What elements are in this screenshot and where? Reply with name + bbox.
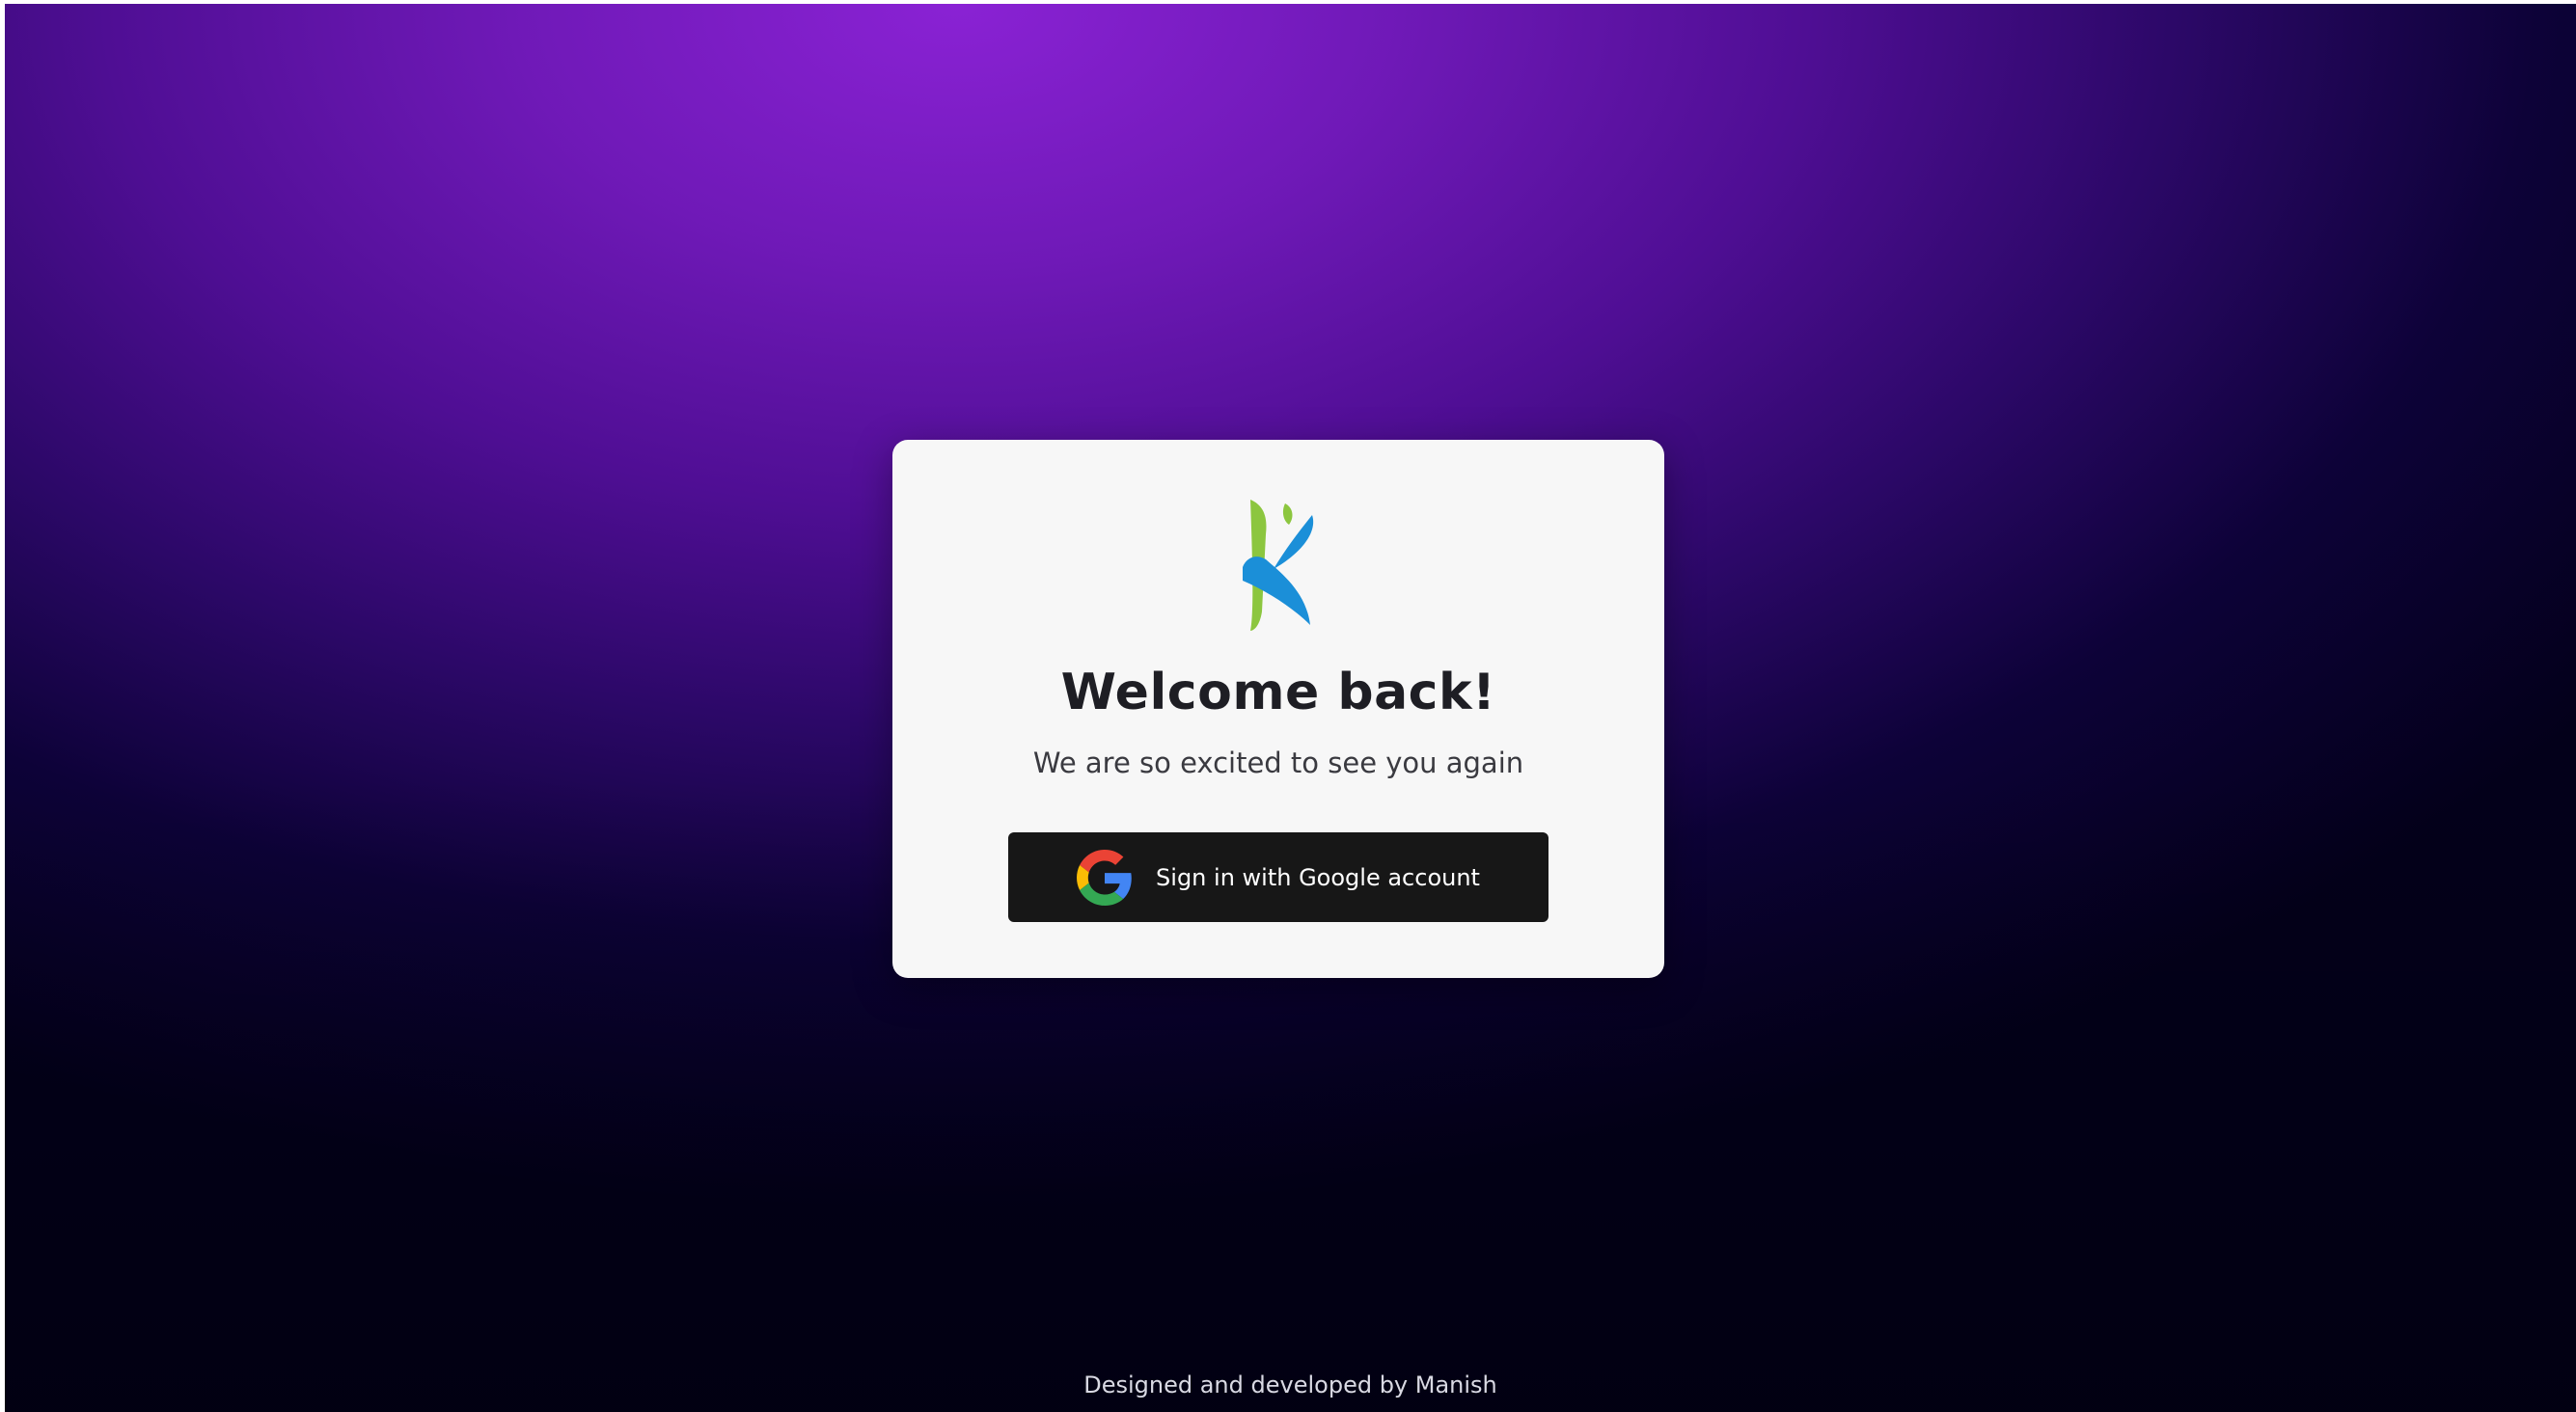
google-sign-in-label: Sign in with Google account: [1156, 863, 1480, 891]
login-card: Welcome back! We are so excited to see y…: [892, 440, 1664, 978]
welcome-subtitle: We are so excited to see you again: [1032, 747, 1524, 779]
welcome-title: Welcome back!: [1060, 664, 1496, 721]
google-sign-in-button[interactable]: Sign in with Google account: [1008, 832, 1548, 922]
footer-credit: Designed and developed by Manish: [1083, 1371, 1497, 1398]
google-g-icon: [1077, 849, 1132, 906]
app-logo-icon: [1243, 500, 1314, 631]
login-screen: Welcome back! We are so excited to see y…: [5, 4, 2576, 1412]
